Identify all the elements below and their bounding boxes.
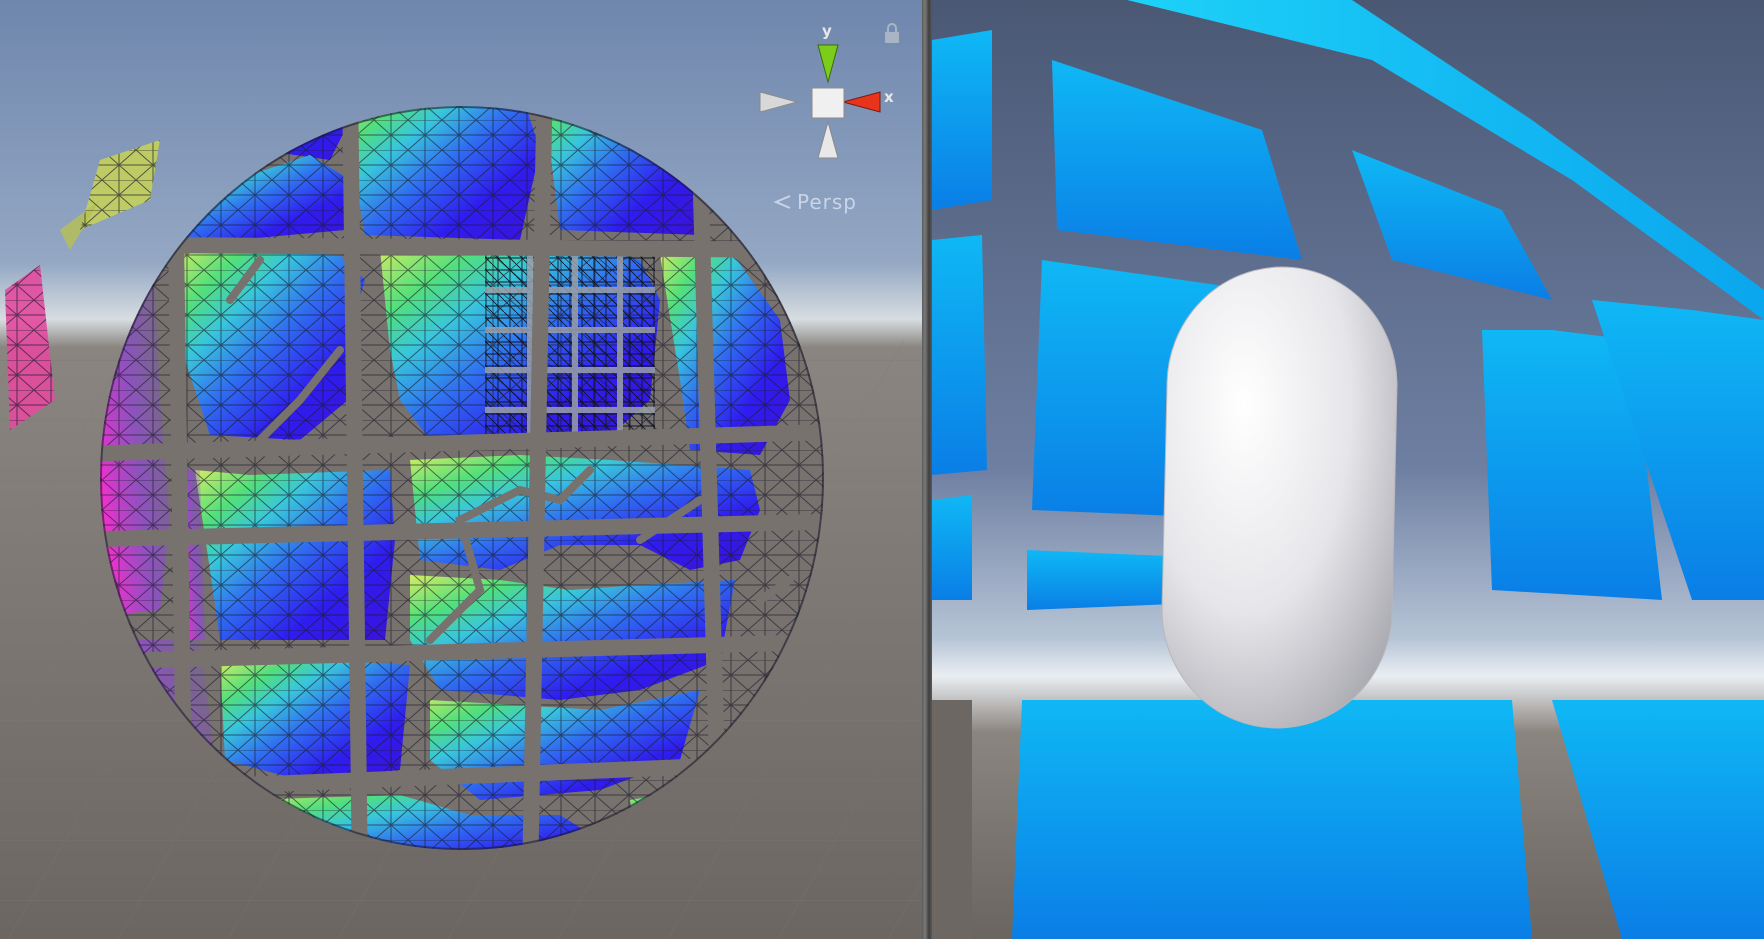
projection-label[interactable]: Persp xyxy=(797,190,857,214)
player-capsule[interactable] xyxy=(1161,266,1398,729)
dense-mesh-region xyxy=(485,250,655,440)
y-axis-label: y xyxy=(822,22,832,40)
scene-view[interactable]: y x Persp xyxy=(0,0,922,939)
game-view[interactable] xyxy=(932,0,1764,939)
game-canvas xyxy=(932,0,1764,939)
scene-canvas[interactable]: y x xyxy=(0,0,922,939)
center-cube[interactable] xyxy=(811,87,845,119)
x-axis-label: x xyxy=(884,88,894,106)
viewport-divider[interactable] xyxy=(922,0,932,939)
